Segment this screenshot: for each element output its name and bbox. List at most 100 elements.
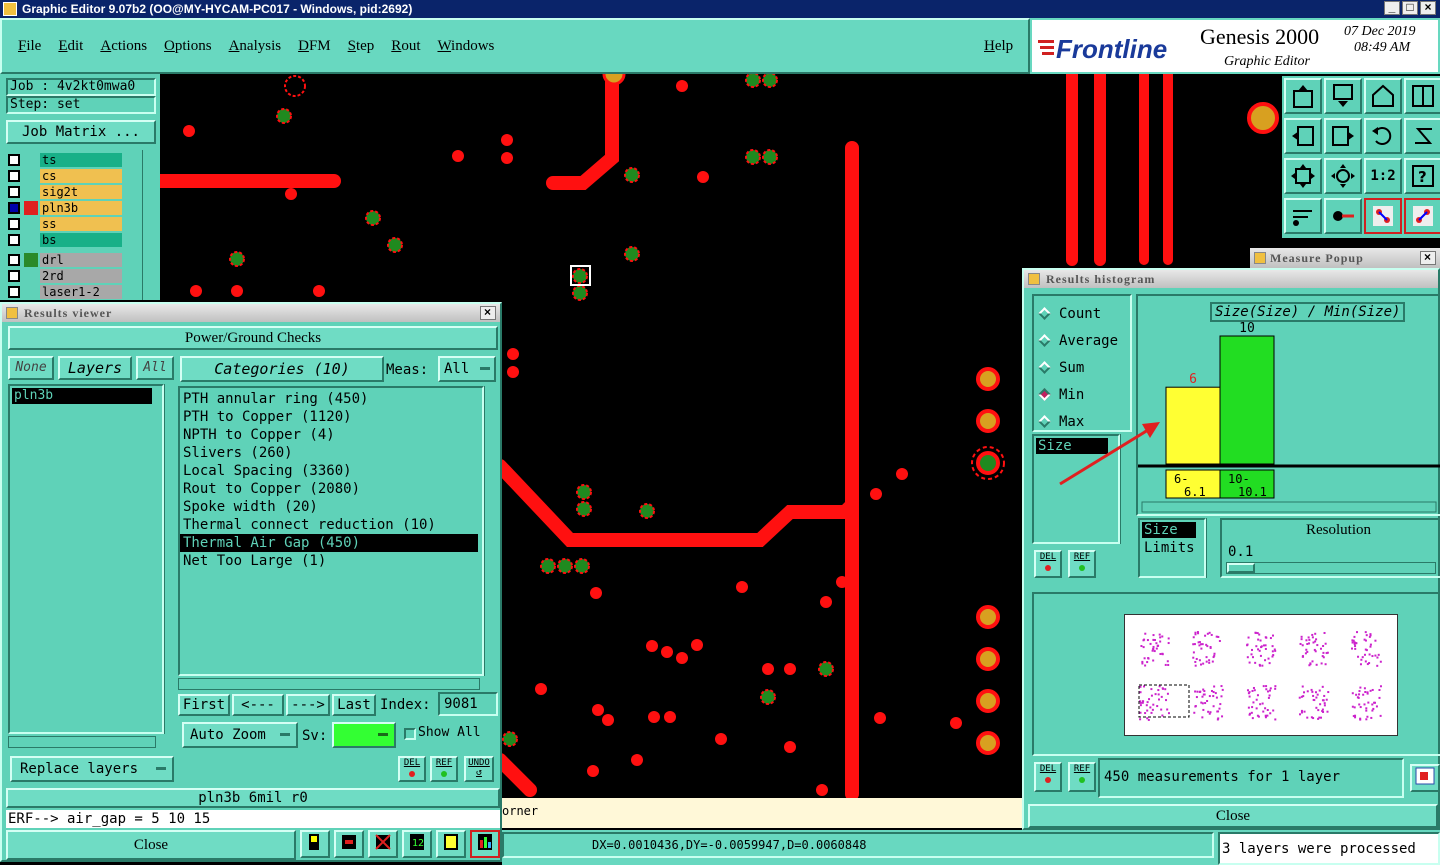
layer-checkbox[interactable]	[8, 218, 20, 230]
layer-up-icon[interactable]	[1284, 78, 1322, 114]
layer-results-item[interactable]: pln3b	[12, 388, 152, 404]
preview-ref-button[interactable]: REF	[1068, 762, 1096, 792]
layer-color-icon[interactable]	[300, 830, 330, 858]
scale-1to2-icon[interactable]: 1:2	[1364, 158, 1402, 194]
job-matrix-button[interactable]: Job Matrix ...	[6, 120, 156, 144]
tools-icon[interactable]	[1284, 198, 1322, 234]
menu-step[interactable]: Step	[348, 38, 375, 55]
zoom-fit-icon[interactable]	[1284, 158, 1322, 194]
layer-name[interactable]: pln3b	[40, 201, 122, 215]
net-select-icon[interactable]	[1404, 198, 1440, 234]
menu-help[interactable]: Help	[984, 38, 1013, 55]
layer-name[interactable]: laser1-2	[40, 285, 122, 299]
measure-popup-close-icon[interactable]: ×	[1420, 251, 1436, 265]
layer-name[interactable]: drl	[40, 253, 122, 267]
option-count[interactable]: Count	[1034, 300, 1130, 327]
layer-name[interactable]: cs	[40, 169, 122, 183]
net-icon[interactable]	[1364, 198, 1402, 234]
maximize-button[interactable]: □	[1402, 1, 1418, 15]
layer-results-hscroll[interactable]	[8, 736, 156, 748]
layer-row-drl[interactable]: drl	[8, 252, 138, 268]
pan-left-icon[interactable]	[1284, 118, 1322, 154]
layer-row-ss[interactable]: ss	[8, 216, 138, 232]
category-item[interactable]: Net Too Large (1)	[180, 552, 478, 570]
export-icon[interactable]	[1410, 764, 1440, 792]
layer-checkbox[interactable]	[8, 254, 20, 266]
resolution-slider[interactable]	[1226, 562, 1436, 574]
categories-button[interactable]: Categories (10)	[180, 356, 384, 382]
rotate-icon[interactable]	[1364, 118, 1402, 154]
layer-checkbox[interactable]	[8, 286, 20, 298]
size-limits-list[interactable]: Size Limits	[1138, 518, 1206, 578]
histogram-chart[interactable]: 6 6-6.1 10 10-10.1	[1138, 296, 1440, 514]
results-viewer-close-icon[interactable]: ×	[480, 306, 496, 320]
category-item[interactable]: PTH to Copper (1120)	[180, 408, 478, 426]
mirror-icon[interactable]	[1404, 118, 1440, 154]
menu-analysis[interactable]: Analysis	[229, 38, 282, 55]
category-list-hscroll[interactable]	[178, 678, 480, 690]
notes-icon[interactable]	[436, 830, 466, 858]
pan-right-icon[interactable]	[1324, 118, 1362, 154]
layer-name[interactable]: sig2t	[40, 185, 122, 199]
last-button[interactable]: Last	[332, 694, 376, 716]
menu-dfm[interactable]: DFM	[298, 38, 331, 55]
layer-swatch[interactable]	[24, 285, 38, 299]
menu-windows[interactable]: Windows	[437, 38, 494, 55]
layer-swatch[interactable]	[24, 253, 38, 267]
auto-zoom-select[interactable]: Auto Zoom	[182, 722, 298, 748]
layer-name[interactable]: ss	[40, 217, 122, 231]
layer-list-scrollbar[interactable]	[142, 150, 156, 300]
menu-file[interactable]: File	[18, 38, 41, 55]
help-icon[interactable]: ?	[1404, 158, 1440, 194]
option-min[interactable]: Min	[1034, 381, 1130, 408]
zoom-center-icon[interactable]	[1324, 158, 1362, 194]
layer-swatch[interactable]	[24, 217, 38, 231]
layer-down-icon[interactable]	[1324, 78, 1362, 114]
size-item[interactable]: Size	[1142, 522, 1196, 538]
sequence-icon[interactable]: 12	[402, 830, 432, 858]
radio-diamond-icon[interactable]	[1038, 388, 1051, 401]
report-icon[interactable]	[368, 830, 398, 858]
layer-checkbox[interactable]	[8, 202, 20, 214]
layer-row-ts[interactable]: ts	[8, 152, 138, 168]
layer-checkbox[interactable]	[8, 186, 20, 198]
category-item[interactable]: Spoke width (20)	[180, 498, 478, 516]
replace-layers-select[interactable]: Replace layers	[10, 756, 174, 782]
radio-diamond-icon[interactable]	[1038, 361, 1051, 374]
category-item[interactable]: Rout to Copper (2080)	[180, 480, 478, 498]
layer-swatch[interactable]	[24, 169, 38, 183]
layer-checkbox[interactable]	[8, 154, 20, 166]
layer-swatch[interactable]	[24, 201, 38, 215]
radio-diamond-icon[interactable]	[1038, 415, 1051, 428]
del-button[interactable]: DEL	[398, 756, 426, 782]
layer-results-list[interactable]: pln3b	[8, 384, 164, 734]
option-sum[interactable]: Sum	[1034, 354, 1130, 381]
panel-preview[interactable]	[1124, 614, 1398, 736]
sv-color-select[interactable]	[332, 722, 396, 748]
pin-icon[interactable]	[1324, 198, 1362, 234]
split-view-icon[interactable]	[1404, 78, 1440, 114]
category-item[interactable]: Thermal Air Gap (450)	[180, 534, 478, 552]
histogram-icon[interactable]	[470, 830, 500, 858]
size-limits-scrollbar[interactable]	[1206, 518, 1218, 578]
category-item[interactable]: Slivers (260)	[180, 444, 478, 462]
menu-edit[interactable]: Edit	[58, 38, 83, 55]
histogram-close-button[interactable]: Close	[1028, 804, 1438, 828]
index-input[interactable]: 9081	[438, 692, 498, 716]
hist-ref-button[interactable]: REF	[1068, 550, 1096, 578]
none-button[interactable]: None	[8, 356, 54, 380]
results-viewer-close-button[interactable]: Close	[6, 830, 296, 860]
menu-actions[interactable]: Actions	[100, 38, 147, 55]
layer-row-pln3b[interactable]: pln3b	[8, 200, 138, 216]
layer-swatch[interactable]	[24, 153, 38, 167]
option-average[interactable]: Average	[1034, 327, 1130, 354]
layer-checkbox[interactable]	[8, 270, 20, 282]
meas-select[interactable]: All	[438, 356, 496, 382]
category-item[interactable]: Local Spacing (3360)	[180, 462, 478, 480]
close-window-button[interactable]: ×	[1420, 1, 1436, 15]
menu-options[interactable]: Options	[164, 38, 212, 55]
layer-row-2rd[interactable]: 2rd	[8, 268, 138, 284]
preview-del-button[interactable]: DEL	[1034, 762, 1062, 792]
layer-swatch[interactable]	[24, 269, 38, 283]
show-all-checkbox[interactable]	[404, 728, 416, 740]
